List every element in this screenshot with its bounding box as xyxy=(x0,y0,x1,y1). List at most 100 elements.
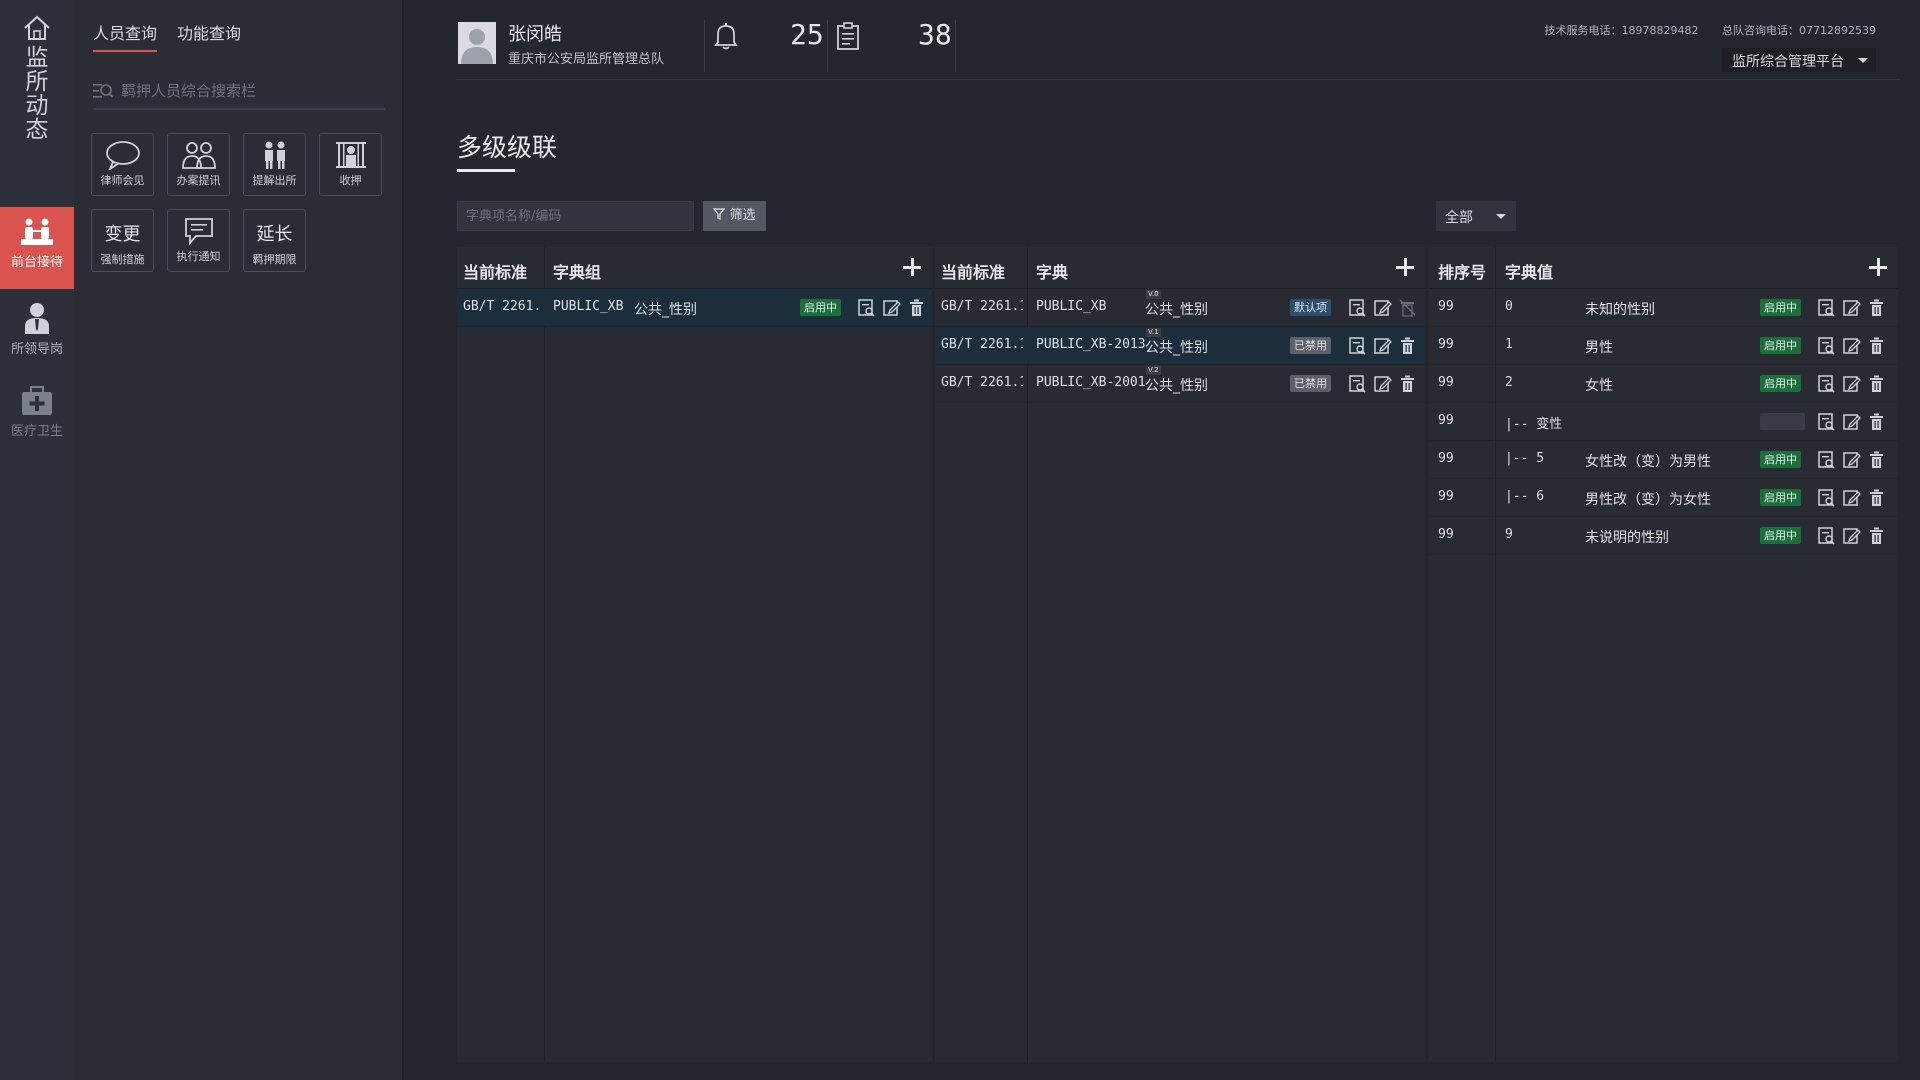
cell-name: 公共_性别 xyxy=(634,302,697,318)
task-count[interactable]: 38 xyxy=(918,18,952,51)
change-measures-button[interactable]: 变更 强制措施 xyxy=(91,209,154,272)
nav-home[interactable]: 监所动态 xyxy=(0,14,74,142)
table-row[interactable]: 99 9 未说明的性别 启用中 xyxy=(1429,517,1898,555)
view-detail-icon[interactable] xyxy=(1817,488,1836,507)
edit-icon[interactable] xyxy=(1842,526,1861,545)
delete-icon[interactable] xyxy=(1867,412,1886,431)
cell-standard: GB/T 2261.1... xyxy=(941,375,1023,390)
delete-icon[interactable] xyxy=(907,298,926,317)
table-row[interactable]: 99 |-- 6 男性改（变）为女性 启用中 xyxy=(1429,479,1898,517)
status-badge: 启用中 xyxy=(1760,527,1801,544)
function-label: 办案提讯 xyxy=(176,174,221,187)
platform-selector[interactable]: 监所综合管理平台 xyxy=(1722,48,1876,72)
dict-filter-input[interactable] xyxy=(457,201,694,231)
view-detail-icon[interactable] xyxy=(1348,336,1367,355)
delete-icon[interactable] xyxy=(1867,450,1886,469)
view-detail-icon[interactable] xyxy=(1348,298,1367,317)
delete-icon[interactable] xyxy=(1867,526,1886,545)
delete-icon[interactable] xyxy=(1867,374,1886,393)
cell-name: 男性改（变）为女性 xyxy=(1585,492,1711,508)
case-interrogation-button[interactable]: 办案提讯 xyxy=(167,133,230,196)
table-row[interactable]: 99 2 女性 启用中 xyxy=(1429,365,1898,403)
nav-home-label: 监所动态 xyxy=(25,45,49,143)
tab-person-query[interactable]: 人员查询 xyxy=(93,20,158,52)
detention-button[interactable]: 收押 xyxy=(319,133,382,196)
table-row[interactable]: 99 |-- 5 女性改（变）为男性 启用中 xyxy=(1429,441,1898,479)
cell-name: 男性 xyxy=(1585,340,1613,356)
edit-icon[interactable] xyxy=(1842,374,1861,393)
view-detail-icon[interactable] xyxy=(1817,298,1836,317)
col-dict: 字典 xyxy=(1036,263,1069,282)
avatar[interactable] xyxy=(458,22,496,64)
cell-code: |-- 6 xyxy=(1505,489,1545,504)
alert-count[interactable]: 25 xyxy=(790,18,824,51)
function-label: 提解出所 xyxy=(252,174,297,187)
delete-icon[interactable] xyxy=(1398,336,1417,355)
delete-icon[interactable] xyxy=(1867,336,1886,355)
status-badge: 启用中 xyxy=(800,299,841,316)
delete-icon[interactable] xyxy=(1867,298,1886,317)
add-icon[interactable] xyxy=(1868,257,1888,277)
cell-name: 公共_性别 xyxy=(1145,340,1208,356)
cell-order: 99 xyxy=(1438,489,1454,504)
add-icon[interactable] xyxy=(1395,257,1415,277)
extend-detention-button[interactable]: 延长 羁押期限 xyxy=(243,209,306,272)
table-row[interactable]: 99 |-- 变性 xyxy=(1429,403,1898,441)
chevron-down-icon xyxy=(1496,214,1506,219)
dict-value-panel: 排序号 字典值 99 0 未知的性别 启用中 99 1 男性 启用中 99 2 女性 启用中 99 |--… xyxy=(1429,247,1898,1062)
edit-icon[interactable] xyxy=(882,298,901,317)
contact-phones: 技术服务电话：18978829482 总队咨询电话：07712892539 xyxy=(1525,22,1876,38)
delete-icon[interactable] xyxy=(1867,488,1886,507)
detainee-search-input[interactable] xyxy=(121,82,381,100)
tab-function-query[interactable]: 功能查询 xyxy=(177,20,241,52)
lawyer-meeting-button[interactable]: 律师会见 xyxy=(91,133,154,196)
table-row[interactable]: GB/T 2261.1... PUBLIC_XB-2013 V.1 公共_性别 … xyxy=(935,327,1425,365)
add-icon[interactable] xyxy=(902,257,922,277)
nav-item-reception[interactable]: 前台接待 xyxy=(0,207,74,289)
status-select[interactable]: 全部 xyxy=(1436,201,1516,231)
cell-name: 未知的性别 xyxy=(1585,302,1655,318)
view-detail-icon[interactable] xyxy=(1817,412,1836,431)
clipboard-icon[interactable] xyxy=(836,22,860,54)
edit-icon[interactable] xyxy=(1842,488,1861,507)
escort-out-icon xyxy=(264,141,285,169)
view-detail-icon[interactable] xyxy=(857,298,876,317)
table-row[interactable]: 99 1 男性 启用中 xyxy=(1429,327,1898,365)
edit-icon[interactable] xyxy=(1373,336,1392,355)
leader-icon xyxy=(25,303,49,334)
execution-notice-button[interactable]: 执行通知 xyxy=(167,209,230,272)
bell-icon[interactable] xyxy=(714,22,738,54)
status-badge: 启用中 xyxy=(1760,489,1801,506)
edit-icon[interactable] xyxy=(1842,450,1861,469)
cell-code: PUBLIC_XB xyxy=(553,299,624,314)
function-label: 律师会见 xyxy=(100,174,145,187)
view-detail-icon[interactable] xyxy=(1817,450,1836,469)
view-detail-icon[interactable] xyxy=(1348,374,1367,393)
header-divider xyxy=(704,20,705,72)
function-label: 强制措施 xyxy=(100,253,145,266)
edit-icon[interactable] xyxy=(1842,298,1861,317)
table-row[interactable]: GB/T 2261.1... PUBLIC_XB-2001 V.2 公共_性别 … xyxy=(935,365,1425,403)
cell-order: 99 xyxy=(1438,527,1454,542)
table-row[interactable]: 99 0 未知的性别 启用中 xyxy=(1429,289,1898,327)
user-avatar-icon xyxy=(461,29,493,64)
cell-code: 0 xyxy=(1505,299,1513,314)
table-row[interactable]: GB/T 2261.1... PUBLIC_XB 公共_性别 启用中 xyxy=(457,289,932,327)
filter-button[interactable]: 筛选 xyxy=(703,201,766,231)
escort-out-button[interactable]: 提解出所 xyxy=(243,133,306,196)
nav-item-medical[interactable]: 医疗卫生 xyxy=(0,376,74,458)
view-detail-icon[interactable] xyxy=(1817,526,1836,545)
table-row[interactable]: GB/T 2261.1... PUBLIC_XB V.0 公共_性别 默认项 xyxy=(935,289,1425,327)
edit-icon[interactable] xyxy=(1842,336,1861,355)
function-label: 羁押期限 xyxy=(252,253,297,266)
nav-item-leader[interactable]: 所领导岗 xyxy=(0,292,74,374)
view-detail-icon[interactable] xyxy=(1817,374,1836,393)
edit-icon[interactable] xyxy=(1373,374,1392,393)
nav-item-label: 前台接待 xyxy=(10,255,63,270)
view-detail-icon[interactable] xyxy=(1817,336,1836,355)
version-tag: V.1 xyxy=(1146,328,1161,337)
edit-icon[interactable] xyxy=(1842,412,1861,431)
delete-icon[interactable] xyxy=(1398,374,1417,393)
status-badge: 已禁用 xyxy=(1290,375,1331,392)
edit-icon[interactable] xyxy=(1373,298,1392,317)
